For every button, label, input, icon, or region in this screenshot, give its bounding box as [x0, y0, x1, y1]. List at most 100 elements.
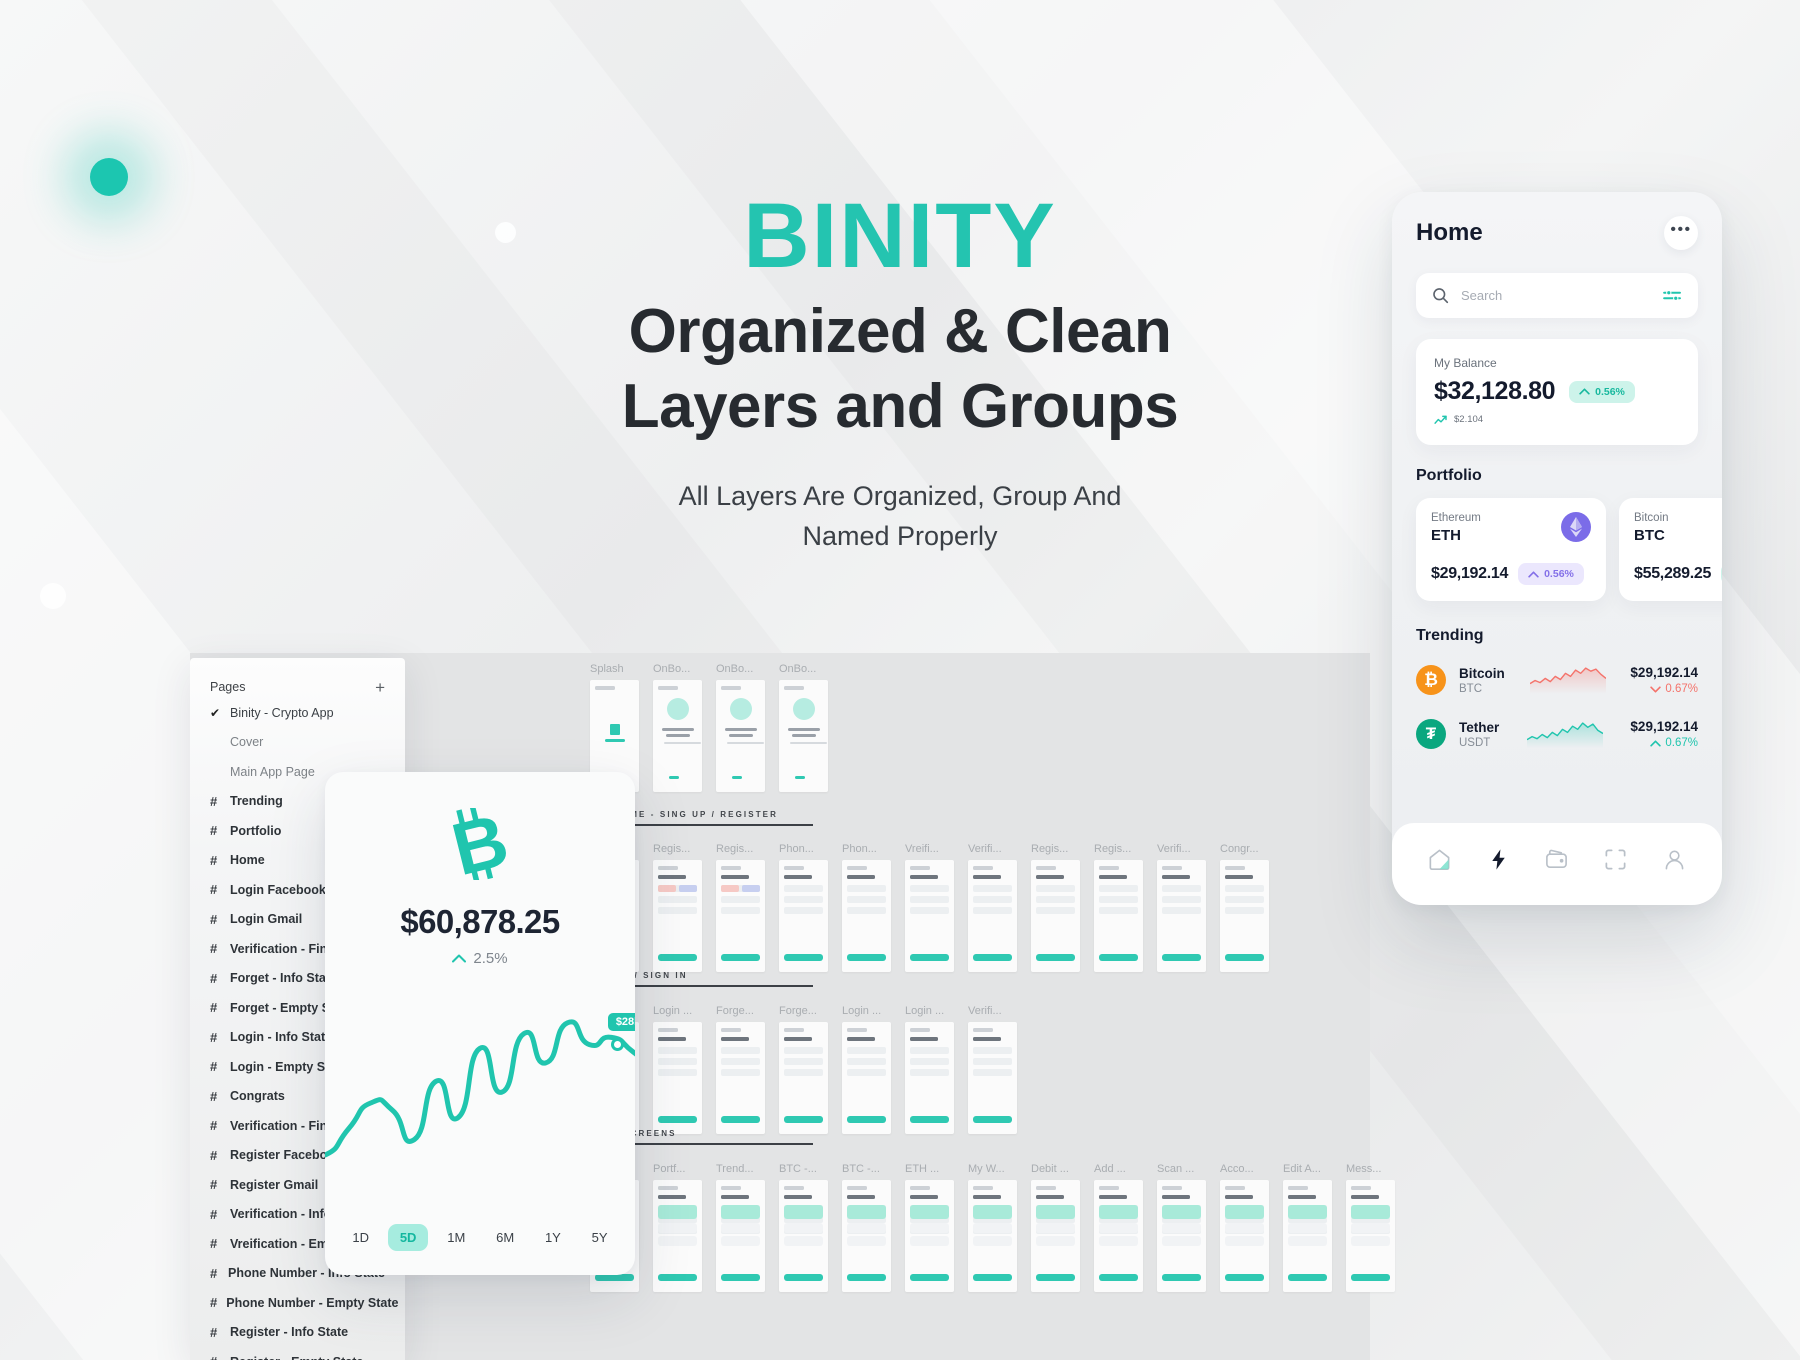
timeframe-button-5d[interactable]: 5D [387, 1224, 429, 1251]
timeframe-button-5y[interactable]: 5Y [580, 1224, 620, 1251]
canvas-artboard-frame[interactable] [653, 1022, 702, 1134]
canvas-artboard-frame[interactable] [1157, 1180, 1206, 1292]
canvas-artboard-frame[interactable] [779, 1022, 828, 1134]
canvas-artboard-frame[interactable] [716, 680, 765, 792]
canvas-artboard[interactable]: BTC -... [842, 1163, 901, 1292]
canvas-artboard-frame[interactable] [1283, 1180, 1332, 1292]
canvas-artboard[interactable]: BTC -... [779, 1163, 838, 1292]
balance-change-badge: 0.56% [1569, 380, 1635, 403]
search-input[interactable] [1461, 288, 1651, 303]
canvas-artboard-frame[interactable] [905, 1022, 954, 1134]
hash-icon: # [210, 1206, 218, 1222]
canvas-artboard-frame[interactable] [968, 860, 1017, 972]
canvas-artboard[interactable]: ETH ... [905, 1163, 964, 1292]
decor-dot [40, 583, 66, 609]
timeframe-button-1d[interactable]: 1D [340, 1224, 381, 1251]
canvas-artboard[interactable]: Regis... [1094, 843, 1153, 972]
canvas-artboard[interactable]: OnBo... [716, 663, 775, 792]
sliders-icon [1663, 290, 1681, 301]
canvas-artboard[interactable]: Debit ... [1031, 1163, 1090, 1292]
timeframe-selector[interactable]: 1D 5D 1M 6M 1Y 5Y [325, 1224, 635, 1251]
canvas-artboard-frame[interactable] [1031, 860, 1080, 972]
canvas-artboard[interactable]: Login ... [842, 1005, 901, 1134]
canvas-artboard-frame[interactable] [716, 860, 765, 972]
canvas-artboard-frame[interactable] [1031, 1180, 1080, 1292]
canvas-artboard[interactable]: OnBo... [653, 663, 712, 792]
add-page-button[interactable]: + [375, 679, 385, 696]
page-list-item-label: Login Gmail [230, 912, 303, 927]
canvas-artboard-frame[interactable] [905, 1180, 954, 1292]
canvas-artboard[interactable]: Verifi... [968, 843, 1027, 972]
search-bar[interactable] [1416, 273, 1698, 318]
canvas-artboard-frame[interactable] [842, 1180, 891, 1292]
canvas-artboard-frame[interactable] [1157, 860, 1206, 972]
canvas-artboard-frame[interactable] [1094, 860, 1143, 972]
canvas-artboard-title: Login ... [842, 1005, 882, 1017]
canvas-artboard[interactable]: Verifi... [968, 1005, 1027, 1134]
canvas-artboard[interactable]: Login ... [905, 1005, 964, 1134]
canvas-artboard[interactable]: Add ... [1094, 1163, 1153, 1292]
page-list-item[interactable]: ✔ Binity - Crypto App [190, 698, 405, 728]
canvas-artboard[interactable]: Regis... [1031, 843, 1090, 972]
ellipsis-icon[interactable]: ••• [1664, 216, 1698, 250]
canvas-artboard[interactable]: Regis... [653, 843, 712, 972]
canvas-artboard[interactable]: Forge... [716, 1005, 775, 1134]
portfolio-card[interactable]: BitcoinBTCB$55,289.250.56% [1619, 498, 1722, 601]
page-list-item[interactable]: Cover [190, 728, 405, 758]
wallet-icon[interactable] [1544, 847, 1569, 872]
profile-icon[interactable] [1662, 847, 1687, 872]
canvas-artboard-frame[interactable] [1346, 1180, 1395, 1292]
canvas-artboard[interactable]: Portf... [653, 1163, 712, 1292]
canvas-artboard[interactable]: Phon... [779, 843, 838, 972]
canvas-artboard[interactable]: Trend... [716, 1163, 775, 1292]
canvas-artboard[interactable]: Login ... [653, 1005, 712, 1134]
canvas-artboard-frame[interactable] [968, 1180, 1017, 1292]
canvas-artboard-frame[interactable] [905, 860, 954, 972]
timeframe-button-1y[interactable]: 1Y [533, 1224, 573, 1251]
page-list-item[interactable]: # Register - Empty State [190, 1347, 405, 1360]
canvas-artboard[interactable]: My W... [968, 1163, 1027, 1292]
canvas-artboard-frame[interactable] [1094, 1180, 1143, 1292]
canvas-artboard-frame[interactable] [1220, 1180, 1269, 1292]
canvas-artboard-frame[interactable] [842, 860, 891, 972]
canvas-artboard[interactable]: Congr... [1220, 843, 1279, 972]
canvas-artboard[interactable]: Regis... [716, 843, 775, 972]
portfolio-card[interactable]: Ethereum ETH $29,192.14 0.56% [1416, 498, 1606, 601]
portfolio-coin-price: $55,289.25 [1634, 565, 1712, 582]
canvas-artboard-frame[interactable] [653, 1180, 702, 1292]
timeframe-button-1m[interactable]: 1M [435, 1224, 477, 1251]
canvas-artboard[interactable]: Phon... [842, 843, 901, 972]
canvas-artboard-frame[interactable] [716, 1022, 765, 1134]
canvas-artboard[interactable]: Scan ... [1157, 1163, 1216, 1292]
page-list-item[interactable]: # Phone Number - Empty State [190, 1288, 405, 1318]
canvas-artboard-frame[interactable] [653, 860, 702, 972]
canvas-artboard-title: Vreifi... [905, 843, 939, 855]
bitcoin-chart-card: B $60,878.25 2.5% $28k 1D5D1M 6M 1Y 5Y [325, 772, 635, 1275]
canvas-artboard[interactable]: Verifi... [1157, 843, 1216, 972]
lightning-icon[interactable] [1486, 847, 1511, 872]
trending-row[interactable]: ₿ Bitcoin BTC $29,192.14 0.67% [1392, 653, 1722, 707]
page-list-item[interactable]: # Register - Info State [190, 1318, 405, 1348]
scan-icon[interactable] [1603, 847, 1628, 872]
home-icon[interactable] [1427, 847, 1452, 872]
canvas-artboard[interactable]: Mess... [1346, 1163, 1405, 1292]
canvas-artboard-title: OnBo... [653, 663, 691, 675]
canvas-artboard-frame[interactable] [1220, 860, 1269, 972]
canvas-artboard-frame[interactable] [653, 680, 702, 792]
canvas-artboard-frame[interactable] [968, 1022, 1017, 1134]
canvas-artboard-frame[interactable] [779, 1180, 828, 1292]
canvas-artboard[interactable]: Vreifi... [905, 843, 964, 972]
canvas-artboard-frame[interactable] [779, 860, 828, 972]
page-list-item-label: Trending [230, 794, 283, 809]
canvas-artboard-frame[interactable] [842, 1022, 891, 1134]
canvas-artboard[interactable]: Edit A... [1283, 1163, 1342, 1292]
canvas-artboard[interactable]: OnBo... [779, 663, 838, 792]
canvas-artboard-title: Verifi... [1157, 843, 1191, 855]
trending-row[interactable]: ₮ Tether USDT $29,192.14 0.67% [1392, 707, 1722, 761]
canvas-artboard-frame[interactable] [779, 680, 828, 792]
canvas-artboard-frame[interactable] [716, 1180, 765, 1292]
hash-icon: # [210, 882, 218, 898]
canvas-artboard[interactable]: Acco... [1220, 1163, 1279, 1292]
timeframe-button-6m[interactable]: 6M [484, 1224, 526, 1251]
canvas-artboard[interactable]: Forge... [779, 1005, 838, 1134]
